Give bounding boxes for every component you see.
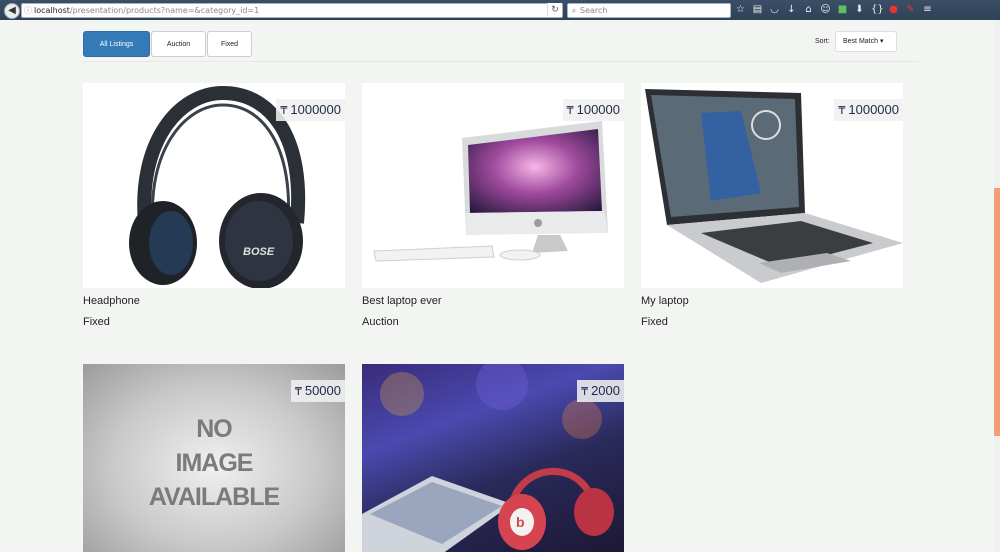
back-icon[interactable]: ◀ [4,3,20,19]
product-listing-type: Auction [362,316,399,328]
product-card[interactable]: ₸ 100000 Best laptop ever Auction [362,83,624,328]
search-icon: ⌕ [571,6,577,15]
url-host: localhost [34,6,70,15]
address-bar[interactable]: ⓘ localhost/presentation/products?name=&c… [21,3,563,18]
sort-select[interactable]: Best Match ▾ [835,31,897,52]
addon-icon[interactable]: ✎ [905,4,916,16]
search-input[interactable]: ⌕ Search [567,3,731,18]
download-arrow-icon[interactable]: ⬇ [854,4,865,16]
product-name[interactable]: Headphone [83,295,345,309]
sort-value: Best Match [843,38,879,45]
currency-icon: ₸ [294,386,302,398]
extension-icon[interactable]: ■ [837,4,848,16]
product-listing-type: Fixed [641,316,668,328]
price-badge: ₸ 100000 [562,99,624,121]
product-name[interactable]: Best laptop ever [362,295,624,309]
price-value: 1000000 [290,102,341,117]
bookmark-star-icon[interactable]: ☆ [735,4,746,16]
menu-icon[interactable]: ≡ [922,4,933,16]
adblock-icon[interactable]: ● [888,4,899,16]
product-listing-type: Fixed [83,316,110,328]
divider [83,61,919,62]
pocket-icon[interactable]: ◡ [769,4,780,16]
devtools-braces-icon[interactable]: {} [871,4,884,16]
currency-icon: ₸ [581,386,589,398]
price-badge: ₸ 2000 [577,380,624,402]
reading-list-icon[interactable]: ▤ [752,4,763,16]
product-card[interactable]: ₸ 1000000 My laptop Fixed [641,83,903,328]
sort-label: Sort: [815,38,830,45]
home-icon[interactable]: ⌂ [803,4,814,16]
product-card[interactable]: BOSE ₸ 1000000 Headphone Fixed [83,83,345,328]
product-image-beats-headphones-photo[interactable]: b ₸ 2000 [362,364,624,552]
browser-toolbar: ◀ ⓘ localhost/presentation/products?name=… [0,0,1000,20]
currency-icon: ₸ [566,105,574,117]
product-name[interactable]: My laptop [641,295,903,309]
svg-text:b: b [516,514,525,530]
price-badge: ₸ 50000 [290,380,345,402]
site-info-icon[interactable]: ⓘ [22,4,34,17]
reload-icon[interactable]: ↻ [547,3,562,16]
product-image-no-image-placeholder[interactable]: NO IMAGE AVAILABLE ₸ 50000 [83,364,345,552]
url-path: /presentation/products?name=&category_id… [69,6,260,15]
caret-down-icon: ▾ [879,38,884,45]
listing-filter-group: All Listings Auction Fixed [83,31,253,57]
product-image-macbook-laptop[interactable]: ₸ 1000000 [641,83,903,288]
price-value: 2000 [591,383,620,398]
price-value: 100000 [576,102,620,117]
currency-icon: ₸ [280,105,288,117]
currency-icon: ₸ [838,105,846,117]
price-badge: ₸ 1000000 [834,99,903,121]
product-card[interactable]: b ₸ 2000 [362,364,624,552]
smiley-icon[interactable]: ☺ [820,4,831,16]
svg-text:BOSE: BOSE [243,246,275,258]
scrollbar-thumb[interactable] [994,188,1000,436]
filter-auction-button[interactable]: Auction [151,31,206,57]
download-icon[interactable]: ↓ [786,4,797,16]
price-value: 50000 [304,383,341,398]
page-content: All Listings Auction Fixed Sort: Best Ma… [0,20,994,552]
filter-fixed-button[interactable]: Fixed [207,31,252,57]
search-placeholder: Search [580,6,608,15]
price-value: 1000000 [848,102,899,117]
no-image-text: NO IMAGE AVAILABLE [148,415,280,511]
product-image-bose-headphones[interactable]: BOSE ₸ 1000000 [83,83,345,288]
price-badge: ₸ 1000000 [276,99,345,121]
product-card[interactable]: NO IMAGE AVAILABLE ₸ 50000 [83,364,345,552]
filter-all-listings-button[interactable]: All Listings [83,31,150,57]
product-image-imac-desktop[interactable]: ₸ 100000 [362,83,624,288]
